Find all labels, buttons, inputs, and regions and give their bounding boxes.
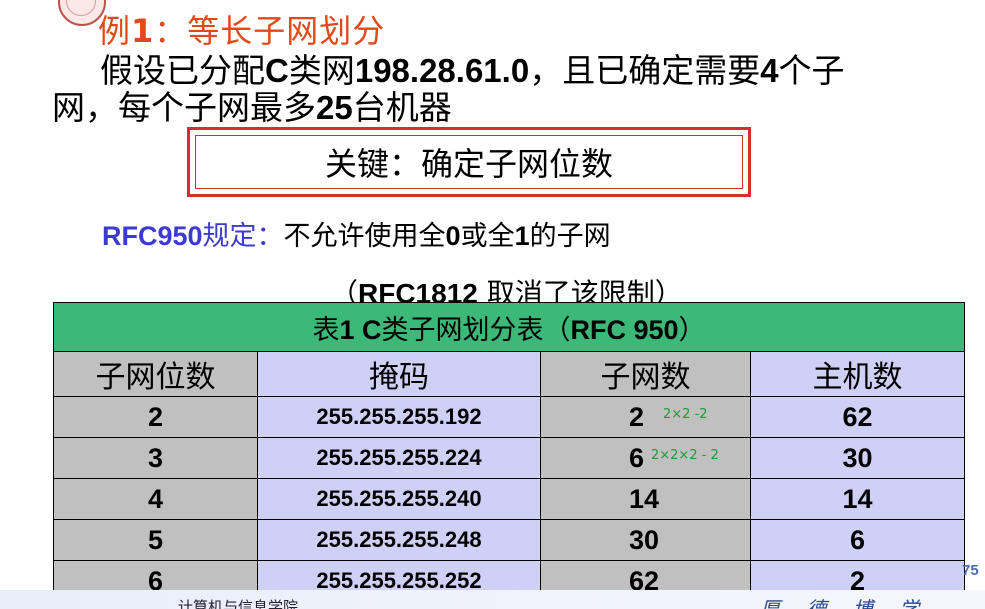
cell-host-count: 30 [749,437,966,479]
table-row: 2 255.255.255.192 2 2×2 -2 62 [53,396,966,438]
cell-subnet-bits: 4 [53,478,258,520]
subnet-count-value: 6 [629,442,645,473]
table-row: 5 255.255.255.248 30 6 [53,519,966,561]
footer-school: 计算机与信息学院 [178,598,299,609]
body-text: 个子 [778,51,845,90]
header-subnet-bits: 子网位数 [53,351,258,397]
body-text: 类网 [288,51,355,90]
rfc950-label: RFC950 [102,221,203,251]
header-subnet-count: 子网数 [540,351,751,397]
emphasis-text: 25 [316,89,353,126]
subnet-table: 表1 C类子网划分表（RFC 950） 子网位数 掩码 子网数 主机数 2 255… [52,302,966,602]
cell-mask: 255.255.255.224 [257,437,541,479]
problem-line-2: 网，每个子网最多25台机器 [52,89,982,126]
cell-host-count: 6 [749,519,966,561]
table-row: 3 255.255.255.224 6 2×2×2 - 2 30 [53,437,966,479]
table-row: 4 255.255.255.240 14 14 [53,478,966,520]
footer-motto: 厚 德 博 学 [760,597,930,609]
body-text: 台机器 [352,88,452,127]
emphasis-text: 4 [760,52,779,89]
header-host-count: 主机数 [749,351,966,397]
cell-host-count: 14 [749,478,966,520]
problem-statement: 假设已分配C类网198.28.61.0，且已确定需要4个子 网，每个子网最多25… [52,52,982,126]
cell-host-count: 62 [749,396,966,438]
body-text: 假设已分配 [100,51,265,90]
emphasis-text: C [265,52,289,89]
key-point-text: 关键：确定子网位数 [195,135,743,189]
cell-mask: 255.255.255.248 [257,519,541,561]
cell-mask: 255.255.255.240 [257,478,541,520]
problem-line-1: 假设已分配C类网198.28.61.0，且已确定需要4个子 [52,52,982,89]
cell-subnet-bits: 3 [53,437,258,479]
subnet-count-value: 2 [629,401,645,432]
cell-mask: 255.255.255.192 [257,396,541,438]
cell-subnet-count: 2 2×2 -2 [540,396,751,438]
header-mask: 掩码 [257,351,541,397]
table-caption: 表1 C类子网划分表（RFC 950） [52,302,966,352]
body-text: ，且已确定需要 [529,51,761,90]
cell-subnet-bits: 2 [53,396,258,438]
emphasis-text: 198.28.61.0 [354,52,530,89]
body-text: 网，每个子网最多 [52,88,316,127]
rfc950-rule: RFC950规定：不允许使用全0或全1的子网 [102,221,611,252]
cell-subnet-count: 14 [540,478,751,520]
page-number: 75 [962,562,979,579]
cell-subnet-count: 6 2×2×2 - 2 [540,437,751,479]
formula-annotation: 2×2 -2 [663,407,708,422]
formula-annotation: 2×2×2 - 2 [651,448,719,463]
subnet-count-value: 30 [629,524,660,555]
key-point-box: 关键：确定子网位数 [187,127,751,197]
cell-subnet-count: 30 [540,519,751,561]
slide-title: 例1：等长子网划分 [98,12,386,50]
cell-subnet-bits: 5 [53,519,258,561]
subnet-count-value: 14 [629,483,660,514]
